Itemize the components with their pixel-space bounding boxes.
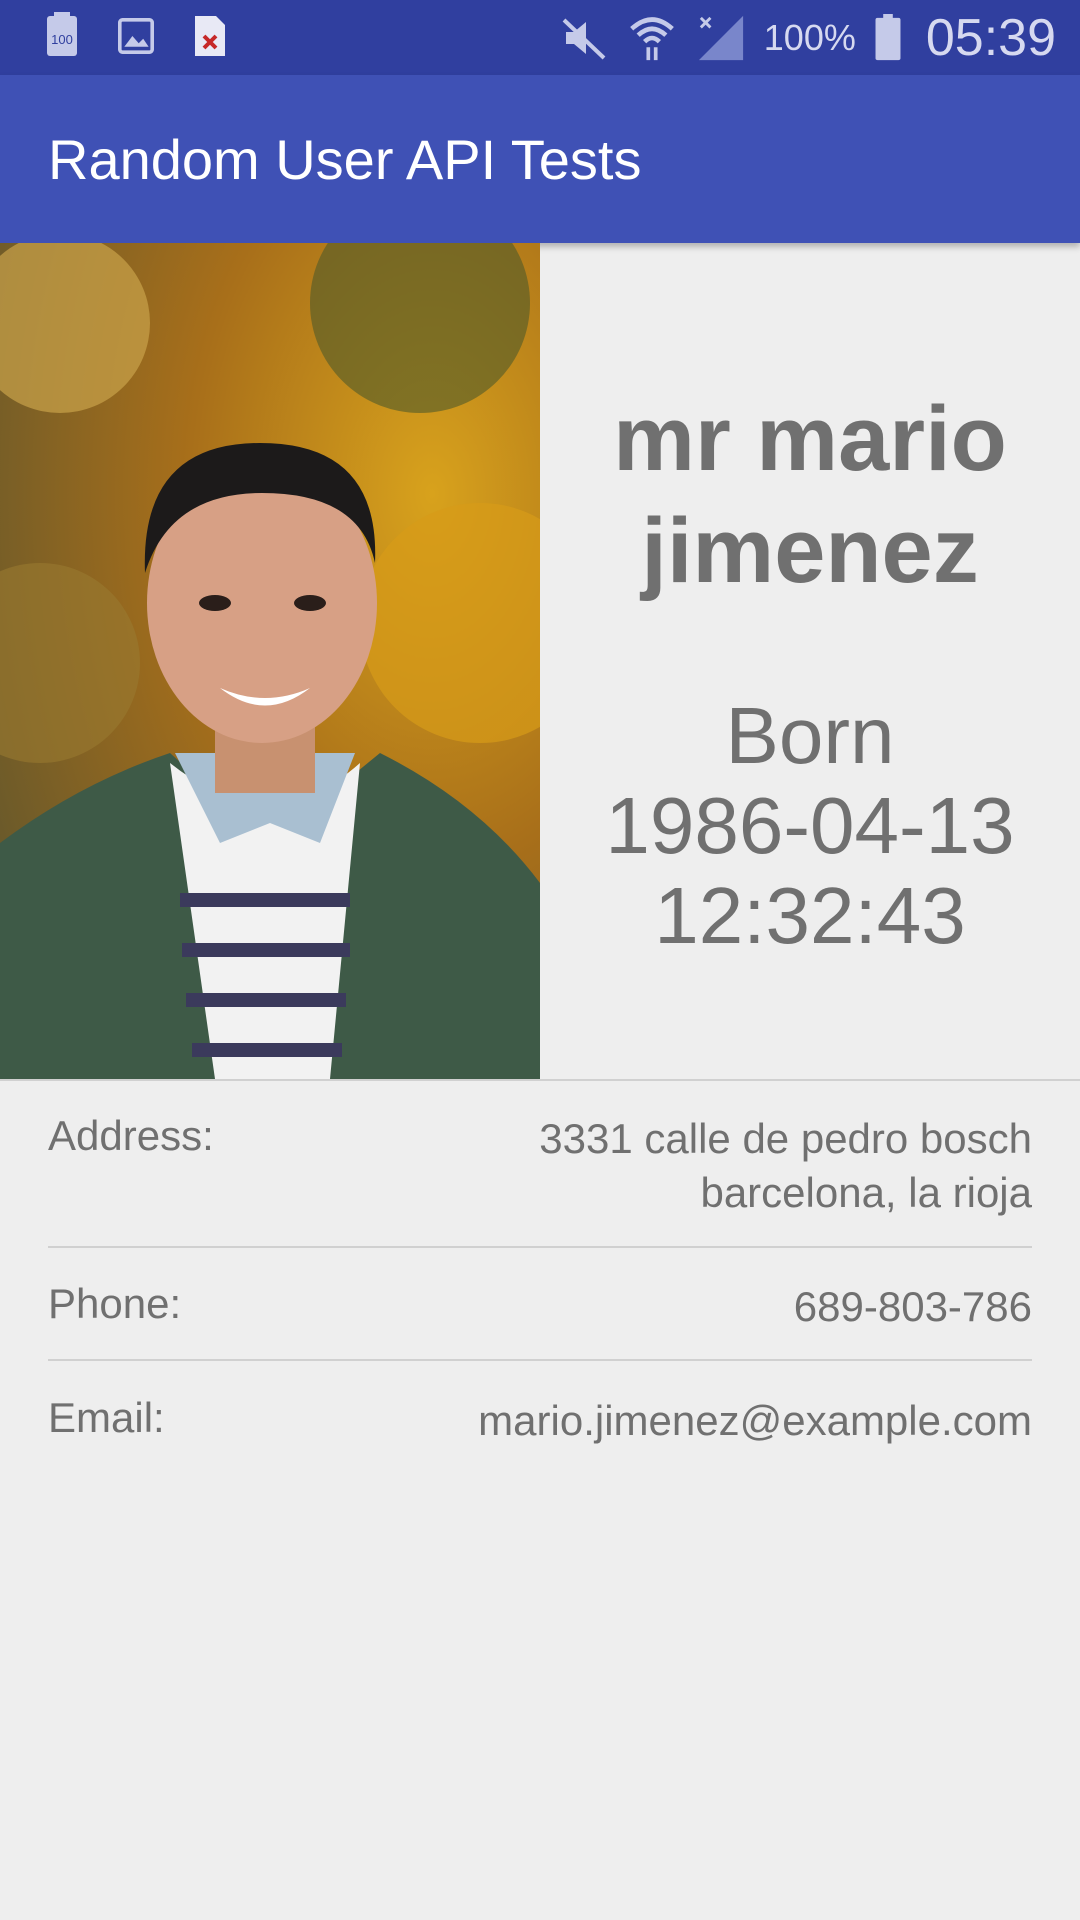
row-divider bbox=[48, 1246, 1032, 1248]
svg-text:100: 100 bbox=[51, 32, 73, 47]
profile-info: mr mario jimenez Born 1986-04-13 12:32:4… bbox=[540, 243, 1080, 1079]
phone-value[interactable]: 689-803-786 bbox=[794, 1280, 1032, 1334]
row-divider bbox=[48, 1359, 1032, 1361]
born-date: 1986-04-13 bbox=[605, 781, 1015, 870]
user-name: mr mario jimenez bbox=[570, 383, 1050, 607]
born-label: Born bbox=[725, 691, 895, 780]
address-line2: barcelona, la rioja bbox=[700, 1169, 1032, 1216]
address-line1: 3331 calle de pedro bosch bbox=[539, 1115, 1032, 1162]
status-bar: 100 100% 05:39 bbox=[0, 0, 1080, 75]
profile-photo bbox=[0, 243, 540, 1079]
phone-row: Phone: 689-803-786 bbox=[48, 1280, 1032, 1340]
battery-percent: 100% bbox=[763, 16, 856, 58]
birth-info: Born 1986-04-13 12:32:43 bbox=[560, 691, 1060, 961]
address-row: Address: 3331 calle de pedro bosch barce… bbox=[48, 1112, 1032, 1222]
app-bar: Random User API Tests bbox=[0, 75, 1080, 243]
phone-label: Phone: bbox=[48, 1280, 182, 1327]
divider bbox=[0, 1079, 1080, 1081]
user-name-line1: mr mario bbox=[613, 388, 1007, 490]
email-label: Email: bbox=[48, 1394, 165, 1441]
clock: 05:39 bbox=[925, 8, 1056, 67]
address-value: 3331 calle de pedro bosch barcelona, la … bbox=[539, 1112, 1032, 1220]
app-title: Random User API Tests bbox=[48, 128, 642, 191]
image-icon bbox=[118, 18, 154, 54]
email-value[interactable]: mario.jimenez@example.com bbox=[478, 1394, 1032, 1448]
born-time: 12:32:43 bbox=[654, 871, 966, 960]
mute-icon bbox=[562, 18, 606, 59]
battery-icon bbox=[875, 13, 901, 60]
file-error-icon bbox=[195, 16, 225, 56]
wifi-icon bbox=[629, 16, 674, 60]
email-row: Email: mario.jimenez@example.com bbox=[48, 1394, 1032, 1454]
storage-icon: 100 bbox=[47, 12, 77, 56]
signal-icon bbox=[698, 15, 743, 60]
user-name-line2: jimenez bbox=[641, 500, 979, 602]
address-label: Address: bbox=[48, 1112, 214, 1159]
